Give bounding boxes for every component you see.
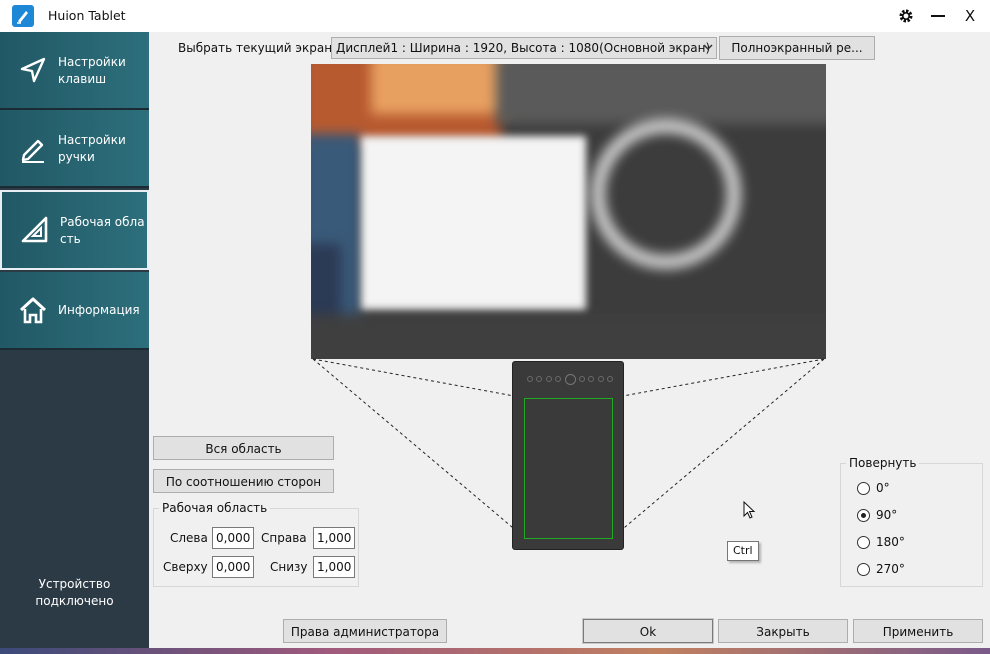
screen-select-value: Дисплей1 : Ширина : 1920, Высота : 1080(…	[336, 41, 711, 55]
full-area-button[interactable]: Вся область	[153, 436, 334, 460]
home-icon	[19, 297, 47, 324]
radio-circle	[857, 482, 870, 495]
mouse-cursor-icon	[743, 501, 756, 519]
window-title: Huion Tablet	[48, 8, 126, 23]
top-value-input[interactable]: 0,000	[212, 556, 254, 578]
tablet-active-area[interactable]	[524, 398, 613, 539]
rotate-180-radio[interactable]: 180°	[857, 534, 967, 552]
close-dialog-button[interactable]: Закрыть	[718, 619, 848, 643]
rotate-90-radio[interactable]: 90°	[857, 507, 967, 525]
top-label: Сверху	[163, 560, 208, 574]
radio-circle	[857, 536, 870, 549]
ctrl-tooltip: Ctrl	[727, 541, 759, 561]
sidebar: Настройки клавиш Настройки ручки Рабочая…	[0, 32, 149, 648]
screen-select-label: Выбрать текущий экран	[178, 41, 333, 55]
screen-preview	[311, 64, 826, 359]
close-button[interactable]: X	[959, 6, 981, 26]
gear-icon[interactable]	[895, 6, 917, 26]
radio-circle	[857, 509, 870, 522]
sidebar-item-label: Настройки ручки	[58, 133, 126, 164]
right-value-input[interactable]: 1,000	[313, 527, 355, 549]
sidebar-item-work-area[interactable]: Рабочая обла сть	[0, 190, 149, 270]
set-square-icon	[21, 216, 48, 243]
sidebar-item-label: Настройки клавиш	[58, 55, 126, 86]
sidebar-item-label: Информация	[58, 303, 140, 317]
send-arrow-icon	[20, 57, 46, 83]
desktop-background	[0, 648, 990, 654]
left-value-input[interactable]: 0,000	[212, 527, 254, 549]
aspect-ratio-button[interactable]: По соотношению сторон	[153, 469, 334, 493]
title-bar: Huion Tablet X	[0, 0, 990, 32]
rotate-title: Повернуть	[846, 456, 920, 470]
rotate-0-label: 0°	[876, 481, 890, 495]
bottom-value-input[interactable]: 1,000	[313, 556, 355, 578]
sidebar-item-pen-settings[interactable]: Настройки ручки	[0, 110, 149, 188]
fullscreen-button[interactable]: Полноэкранный ре...	[719, 36, 875, 60]
right-label: Справа	[261, 531, 307, 545]
sidebar-item-label: Рабочая обла сть	[60, 215, 145, 246]
admin-rights-button[interactable]: Права администратора	[283, 619, 447, 643]
pen-icon	[21, 139, 44, 163]
chevron-down-icon	[703, 40, 713, 57]
rotate-90-label: 90°	[876, 508, 898, 522]
radio-circle	[857, 563, 870, 576]
tablet-preview	[512, 361, 624, 550]
minimize-button[interactable]	[927, 6, 949, 26]
rotate-270-label: 270°	[876, 562, 905, 576]
rotate-180-label: 180°	[876, 535, 905, 549]
bottom-label: Снизу	[270, 560, 308, 574]
sidebar-item-information[interactable]: Информация	[0, 272, 149, 350]
sidebar-item-key-settings[interactable]: Настройки клавиш	[0, 32, 149, 110]
rotate-0-radio[interactable]: 0°	[857, 480, 967, 498]
work-area-title: Рабочая область	[159, 501, 271, 515]
device-status: Устройство подключено	[35, 577, 114, 608]
apply-button[interactable]: Применить	[853, 619, 983, 643]
screen-select[interactable]: Дисплей1 : Ширина : 1920, Высота : 1080(…	[331, 37, 717, 59]
left-label: Слева	[170, 531, 208, 545]
app-logo-icon	[12, 5, 34, 27]
ok-button[interactable]: Ok	[582, 618, 714, 644]
tablet-express-keys	[527, 373, 613, 385]
rotate-270-radio[interactable]: 270°	[857, 561, 967, 579]
